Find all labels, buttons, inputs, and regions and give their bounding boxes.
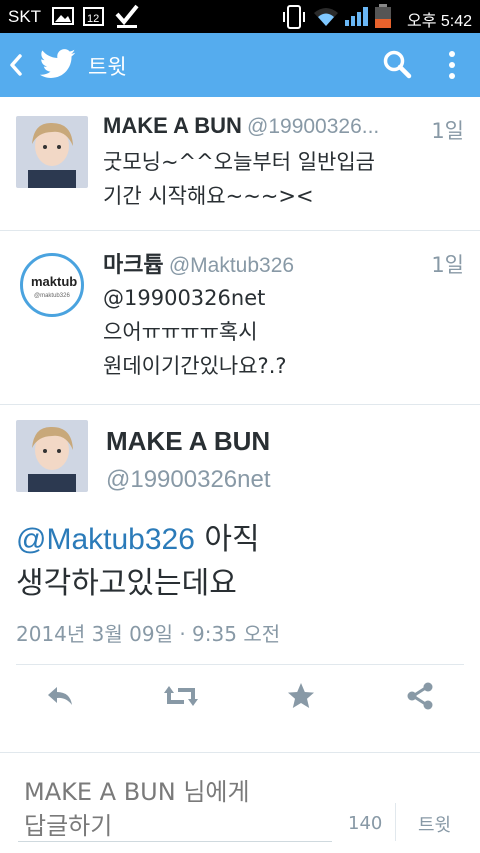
- download-check-icon: [114, 3, 140, 33]
- overflow-menu-icon[interactable]: [446, 49, 458, 85]
- page-title: 트윗: [88, 55, 127, 79]
- tweet-item[interactable]: MAKE A BUN @19900326... 1일 굿모닝~^^오늘부터 일반…: [0, 97, 480, 231]
- tweet-text-line: 원데이기간있나요?.?: [103, 354, 287, 378]
- author-name[interactable]: 마크튭: [103, 252, 164, 277]
- mention-link[interactable]: @Maktub326: [16, 523, 195, 556]
- avatar-logo-subtext: @maktub326: [34, 293, 70, 299]
- detail-text-rest: 아직: [194, 522, 260, 557]
- reply-composer: MAKE A BUN 님에게 답글하기 140 트윗: [0, 752, 480, 853]
- avatar-logo-text: maktub: [31, 274, 77, 289]
- vibrate-icon: [282, 4, 306, 34]
- avatar[interactable]: [16, 116, 88, 188]
- status-time: 오후 5:42: [406, 13, 472, 30]
- battery-icon: [374, 3, 392, 33]
- detail-avatar[interactable]: [16, 420, 88, 492]
- calendar-badge: 12: [87, 13, 99, 25]
- search-icon[interactable]: [382, 49, 412, 83]
- divider: [16, 664, 464, 665]
- retweet-icon[interactable]: [162, 680, 200, 716]
- status-bar: SKT 12 오후 5:42: [0, 0, 480, 33]
- detail-text-line: 생각하고있는데요: [16, 566, 237, 601]
- signal-icon: [344, 5, 370, 31]
- share-icon[interactable]: [404, 680, 436, 716]
- tweet-text-line: 굿모닝~^^오늘부터 일반입금: [103, 150, 375, 174]
- detail-author-name[interactable]: MAKE A BUN: [106, 426, 270, 457]
- carrier-label: SKT: [8, 7, 42, 26]
- back-icon[interactable]: [8, 53, 24, 81]
- gallery-icon: [52, 6, 74, 30]
- detail-tweet-text: @Maktub326 아직 생각하고있는데요: [16, 518, 466, 606]
- char-counter: 140: [348, 813, 383, 834]
- tweet-age: 1일: [431, 119, 464, 143]
- tweet-text-line[interactable]: @19900326net: [103, 283, 265, 314]
- detail-author-handle[interactable]: @19900326net: [106, 466, 271, 494]
- detail-timestamp: 2014년 3월 09일 · 9:35 오전: [16, 622, 281, 646]
- tweet-send-button[interactable]: 트윗: [418, 811, 451, 837]
- reply-input[interactable]: MAKE A BUN 님에게 답글하기: [24, 775, 324, 843]
- calendar-icon: 12: [82, 5, 106, 31]
- action-bar: 트윗: [0, 33, 480, 97]
- twitter-bird-icon[interactable]: [39, 48, 76, 84]
- favorite-icon[interactable]: [285, 680, 317, 716]
- tweet-age: 1일: [431, 253, 464, 277]
- author-name[interactable]: MAKE A BUN: [103, 113, 242, 138]
- input-underline: [18, 841, 332, 842]
- tweet-text-line: 으어ㅠㅠㅠㅠ혹시: [103, 320, 258, 344]
- author-handle[interactable]: @Maktub326: [169, 254, 294, 277]
- author-handle[interactable]: @19900326...: [247, 115, 379, 138]
- divider: [395, 803, 396, 841]
- reply-placeholder-line: 답글하기: [24, 812, 113, 840]
- reply-icon[interactable]: [44, 680, 76, 716]
- tweet-item[interactable]: maktub @maktub326 마크튭 @Maktub326 1일 @199…: [0, 231, 480, 405]
- wifi-icon: [312, 6, 340, 32]
- tweet-text-line: 기간 시작해요~~~><: [103, 184, 314, 208]
- reply-placeholder-line: MAKE A BUN 님에게: [24, 778, 250, 806]
- avatar[interactable]: maktub @maktub326: [20, 253, 84, 317]
